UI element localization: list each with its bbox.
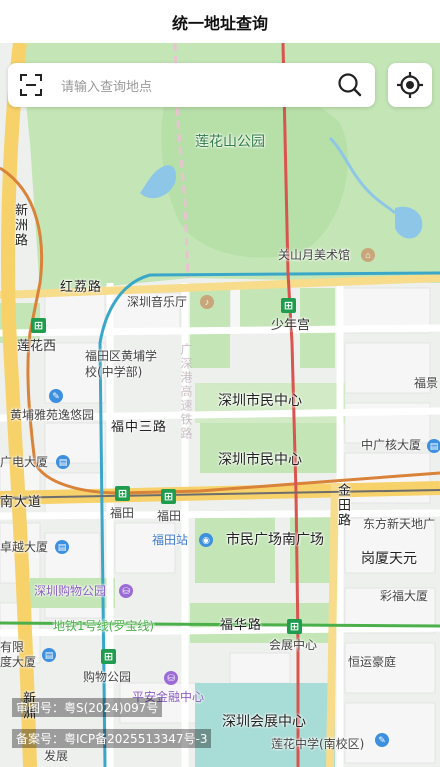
metro-icon[interactable]: ⊞ xyxy=(115,486,130,501)
map-label: 恒运豪庭 xyxy=(348,655,397,669)
map-label: 福华路 xyxy=(220,618,263,633)
map-label: 深圳音乐厅 xyxy=(127,295,188,309)
map-label: 有限 xyxy=(0,640,25,654)
map-label: 度大厦 xyxy=(0,655,37,669)
poi-building-icon[interactable]: ▤ xyxy=(42,648,56,662)
search-icon[interactable] xyxy=(337,72,363,98)
metro-icon[interactable]: ⊞ xyxy=(281,298,296,313)
map-label: 发展 xyxy=(44,749,69,763)
search-input[interactable]: 请输入查询地点 xyxy=(61,76,337,95)
map-label: 彩福大厦 xyxy=(380,589,429,603)
map-label: 卓越大厦 xyxy=(0,540,49,554)
poi-museum-icon[interactable]: ⌂ xyxy=(361,248,375,262)
icp-number: 备案号：粤ICP备2025513347号-3 xyxy=(12,729,212,748)
map-label: 福中三路 xyxy=(111,420,168,435)
page-header: 统一地址查询 xyxy=(0,0,440,43)
map-label: 莲花山公园 xyxy=(195,134,265,150)
map-label: 莲花西 xyxy=(17,339,57,354)
map-label: 福田 xyxy=(110,506,135,520)
map-label: 深圳市民中心 xyxy=(218,452,302,468)
map-label: 新洲路 xyxy=(12,203,27,248)
map-label: 福景 xyxy=(414,376,439,390)
poi-shopping-icon[interactable]: ⛁ xyxy=(164,671,178,685)
map-label: 地铁1号线(罗宝线) xyxy=(53,619,154,633)
map-label: 红荔路 xyxy=(60,280,103,295)
map-label: 南大道 xyxy=(0,495,43,510)
map-label: 福田 xyxy=(157,509,182,523)
metro-icon[interactable]: ⊞ xyxy=(101,649,116,664)
map-canvas[interactable]: ⊞ ⊞ ⊞ ⊞ ⊞ ⊞ ⌂ ♪ ✎ ▤ ▤ ◉ ▤ ⛁ ▤ ⛁ ✎ 莲花山公园 … xyxy=(0,43,440,767)
poi-building-icon[interactable]: ▤ xyxy=(55,540,69,554)
poi-concert-icon[interactable]: ♪ xyxy=(200,295,214,309)
map-label: 深圳购物公园 xyxy=(34,584,107,598)
map-label: 金田路 xyxy=(335,483,350,528)
poi-school-icon[interactable]: ✎ xyxy=(375,733,389,747)
map-label: 关山月美术馆 xyxy=(278,248,351,262)
scan-icon[interactable] xyxy=(19,73,43,97)
poi-station-icon[interactable]: ◉ xyxy=(199,533,213,547)
map-label: 中广核大厦 xyxy=(361,438,422,452)
metro-icon[interactable]: ⊞ xyxy=(287,619,302,634)
metro-icon[interactable]: ⊞ xyxy=(31,318,46,333)
map-label: 深圳会展中心 xyxy=(222,714,306,730)
map-label: 会展中心 xyxy=(269,638,318,652)
audit-number: 审图号：粤S(2024)097号 xyxy=(12,698,163,717)
map-label: 广电大厦 xyxy=(0,455,49,469)
map-label: 莲花中学(南校区) xyxy=(271,737,365,751)
map-label: 东方新天地广 xyxy=(363,517,436,531)
poi-building-icon[interactable]: ▤ xyxy=(56,455,70,469)
map-label: 市民广场南广场 xyxy=(226,532,324,548)
locate-icon xyxy=(397,72,423,98)
map-label: 少年宫 xyxy=(271,318,311,333)
map-label: 购物公园 xyxy=(83,670,132,684)
poi-building-icon[interactable]: ▤ xyxy=(427,439,440,453)
poi-school-icon[interactable]: ✎ xyxy=(49,389,63,403)
page-title: 统一地址查询 xyxy=(171,13,268,33)
map-label: 黄埔雅苑逸悠园 xyxy=(10,408,95,422)
map-label: 福田区黄埔学校(中学部) xyxy=(85,349,158,379)
poi-shopping-icon[interactable]: ⛁ xyxy=(119,584,133,598)
search-bar[interactable]: 请输入查询地点 xyxy=(8,63,375,107)
metro-icon[interactable]: ⊞ xyxy=(161,489,176,504)
map-label: 岗厦天元 xyxy=(361,551,417,567)
map-label: 深圳市民中心 xyxy=(218,393,302,409)
map-label: 广深港高速铁路 xyxy=(179,343,193,441)
map-label: 福田站 xyxy=(152,533,189,547)
locate-button[interactable] xyxy=(388,63,432,107)
